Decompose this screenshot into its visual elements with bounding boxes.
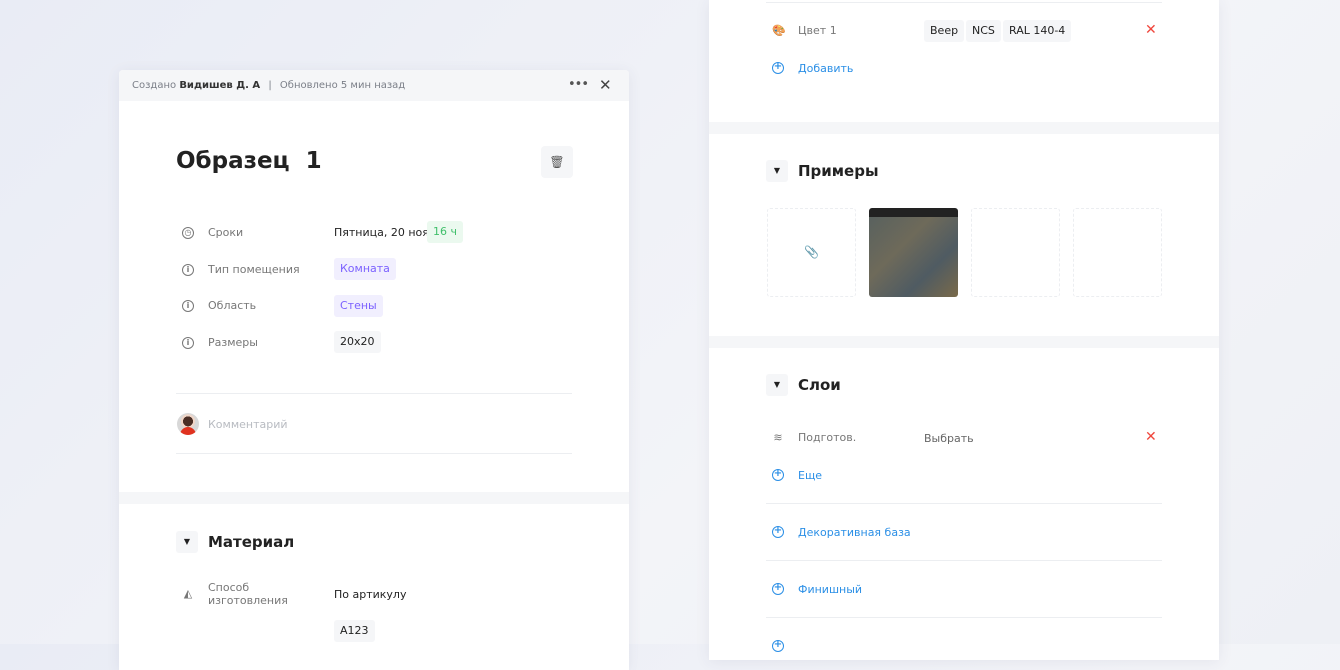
add-finish-layer-link[interactable]: Финишный bbox=[798, 583, 862, 596]
close-icon[interactable]: ✕ bbox=[599, 76, 612, 94]
author-name: Видишев Д. А bbox=[179, 80, 261, 91]
prep-layer-select[interactable]: Выбрать bbox=[924, 432, 974, 445]
add-more-layer-link[interactable]: Еще bbox=[798, 469, 822, 482]
field-label-room-type: Тип помещения bbox=[208, 263, 300, 276]
divider bbox=[766, 503, 1162, 504]
section-title-layers: Слои bbox=[798, 376, 841, 394]
section-separator bbox=[709, 122, 1219, 134]
add-decorative-base-link[interactable]: Декоративная база bbox=[798, 526, 911, 539]
more-icon[interactable]: ••• bbox=[568, 77, 589, 92]
trash-icon: 🗑 bbox=[549, 155, 565, 169]
info-icon: i bbox=[182, 264, 194, 276]
comment-input[interactable]: Комментарий bbox=[208, 418, 288, 431]
info-icon: i bbox=[182, 300, 194, 312]
divider bbox=[176, 453, 572, 454]
prep-layer-label: Подготов. bbox=[798, 431, 857, 444]
caret-down-icon: ▼ bbox=[183, 537, 191, 546]
field-label-method: Способ изготовления bbox=[208, 581, 288, 607]
plus-circle-icon: + bbox=[772, 468, 784, 481]
delete-button[interactable]: 🗑 bbox=[541, 146, 573, 178]
plus-circle-icon: + bbox=[772, 582, 784, 595]
size-value[interactable]: 20x20 bbox=[334, 331, 381, 353]
article-value[interactable]: A123 bbox=[334, 620, 375, 642]
add-color-link[interactable]: Добавить bbox=[798, 62, 853, 75]
divider bbox=[766, 617, 1162, 618]
caret-down-icon: ▼ bbox=[773, 380, 781, 389]
paperclip-icon: 📎 bbox=[804, 245, 819, 259]
area-tag[interactable]: Стены bbox=[334, 295, 383, 317]
color-chip-ncs[interactable]: NCS bbox=[966, 20, 1001, 42]
deadline-value[interactable]: Пятница, 20 ноя bbox=[334, 226, 429, 239]
field-label-area: Область bbox=[208, 299, 257, 312]
material-icon: ◭ bbox=[183, 587, 193, 600]
section-separator bbox=[119, 492, 629, 504]
divider bbox=[766, 560, 1162, 561]
separator: | bbox=[268, 80, 272, 91]
remove-color-icon[interactable]: ✕ bbox=[1145, 22, 1157, 38]
color-chip-beep[interactable]: Beep bbox=[924, 20, 965, 42]
page-title: Образец 1 bbox=[176, 148, 322, 174]
updated-label: Обновлено 5 мин назад bbox=[279, 80, 406, 91]
field-label-deadline: Сроки bbox=[208, 226, 244, 239]
upload-slot[interactable]: 📎 bbox=[767, 208, 856, 297]
collapse-toggle[interactable]: ▼ bbox=[766, 374, 788, 396]
avatar bbox=[177, 413, 199, 435]
created-label: Создано bbox=[132, 80, 177, 91]
collapse-toggle[interactable]: ▼ bbox=[766, 160, 788, 182]
sample-card-panel: Создано Видишев Д. А | Обновлено 5 мин н… bbox=[119, 70, 629, 670]
method-value[interactable]: По артикулу bbox=[334, 588, 406, 601]
section-title-examples: Примеры bbox=[798, 162, 879, 180]
room-type-tag[interactable]: Комната bbox=[334, 258, 396, 280]
palette-icon: 🎨 bbox=[772, 24, 786, 37]
collapse-toggle[interactable]: ▼ bbox=[176, 531, 198, 553]
card-header: Создано Видишев Д. А | Обновлено 5 мин н… bbox=[119, 70, 629, 101]
clock-icon: ◷ bbox=[182, 227, 194, 239]
time-left-badge: 16 ч bbox=[427, 221, 463, 243]
divider bbox=[766, 2, 1162, 3]
empty-slot[interactable] bbox=[1073, 208, 1162, 297]
plus-circle-icon: + bbox=[772, 525, 784, 538]
color-label: Цвет 1 bbox=[798, 24, 837, 37]
divider bbox=[176, 393, 572, 394]
details-panel: 🎨 Цвет 1 Beep NCS RAL 140-4 ✕ + Добавить… bbox=[709, 0, 1219, 660]
color-chip-ral[interactable]: RAL 140-4 bbox=[1003, 20, 1072, 42]
caret-down-icon: ▼ bbox=[773, 166, 781, 175]
plus-circle-icon: + bbox=[772, 61, 784, 74]
section-separator bbox=[709, 336, 1219, 348]
example-image[interactable] bbox=[869, 208, 958, 297]
field-label-size: Размеры bbox=[208, 336, 258, 349]
section-title-material: Материал bbox=[208, 533, 295, 551]
info-icon: i bbox=[182, 337, 194, 349]
remove-layer-icon[interactable]: ✕ bbox=[1145, 429, 1157, 445]
plus-circle-icon: + bbox=[772, 639, 784, 652]
layers-icon: ≋ bbox=[773, 431, 783, 444]
empty-slot[interactable] bbox=[971, 208, 1060, 297]
